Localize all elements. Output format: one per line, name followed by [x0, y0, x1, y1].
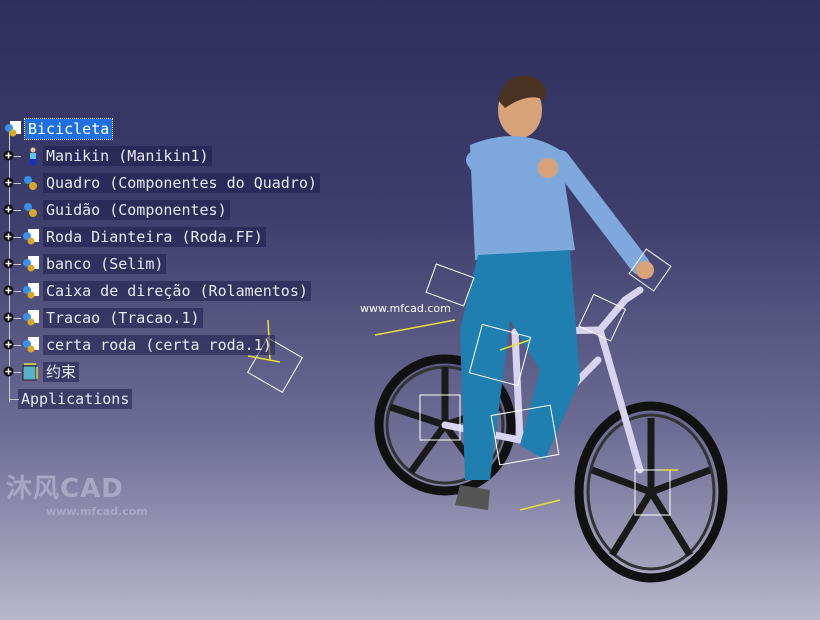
- tree-item-label[interactable]: Guidão (Componentes): [43, 200, 230, 220]
- tree-item-label[interactable]: Caixa de direção (Rolamentos): [43, 281, 311, 301]
- tree-item-tracao[interactable]: Tracao (Tracao.1): [0, 307, 203, 329]
- gears-icon: [24, 176, 37, 190]
- expand-icon[interactable]: [3, 204, 14, 215]
- tree-item-label[interactable]: 约束: [43, 362, 80, 382]
- tree-item-constraints[interactable]: 约束: [0, 361, 80, 383]
- tree-item-label[interactable]: banco (Selim): [43, 254, 167, 274]
- constraints-icon: [22, 363, 38, 381]
- watermark-brand: 沐风CAD: [6, 474, 124, 504]
- watermark-logo: 沐风CAD www.mfcad.com: [6, 468, 148, 518]
- tree-item-quadro[interactable]: Quadro (Componentes do Quadro): [0, 172, 320, 194]
- tree-item-roda-dianteira[interactable]: Roda Dianteira (Roda.FF): [0, 226, 266, 248]
- tree-item-guidao[interactable]: Guidão (Componentes): [0, 199, 230, 221]
- gears-icon: [24, 203, 37, 217]
- watermark-overlay-url: www.mfcad.com: [360, 302, 451, 315]
- manikin-icon: [30, 147, 36, 165]
- product-icon: [23, 229, 39, 245]
- product-icon: [5, 121, 21, 137]
- tree-item-label[interactable]: certa roda (certa roda.1): [43, 335, 275, 355]
- expand-icon[interactable]: [3, 150, 14, 161]
- product-icon: [23, 256, 39, 272]
- product-icon: [23, 283, 39, 299]
- tree-item-label[interactable]: Tracao (Tracao.1): [43, 308, 203, 328]
- expand-icon[interactable]: [3, 177, 14, 188]
- expand-icon[interactable]: [3, 285, 14, 296]
- expand-icon[interactable]: [3, 258, 14, 269]
- tree-item-applications[interactable]: Applications: [0, 388, 133, 410]
- expand-icon[interactable]: [3, 366, 14, 377]
- front-wheel: [574, 401, 728, 583]
- expand-icon[interactable]: [3, 231, 14, 242]
- tree-item-banco[interactable]: banco (Selim): [0, 253, 167, 275]
- tree-root[interactable]: Bicicleta: [0, 118, 114, 140]
- tree-item-label[interactable]: Manikin (Manikin1): [43, 146, 212, 166]
- product-icon: [23, 337, 39, 353]
- manikin: [455, 75, 654, 510]
- expand-icon[interactable]: [3, 339, 14, 350]
- tree-root-label[interactable]: Bicicleta: [23, 118, 114, 140]
- product-icon: [23, 310, 39, 326]
- tree-item-manikin[interactable]: Manikin (Manikin1): [0, 145, 212, 167]
- watermark-url: www.mfcad.com: [46, 505, 148, 518]
- tree-item-label[interactable]: Roda Dianteira (Roda.FF): [43, 227, 266, 247]
- tree-item-caixa-direcao[interactable]: Caixa de direção (Rolamentos): [0, 280, 311, 302]
- expand-icon[interactable]: [3, 312, 14, 323]
- tree-item-label[interactable]: Quadro (Componentes do Quadro): [43, 173, 320, 193]
- tree-item-label[interactable]: Applications: [18, 389, 133, 409]
- tree-item-certa-roda[interactable]: certa roda (certa roda.1): [0, 334, 275, 356]
